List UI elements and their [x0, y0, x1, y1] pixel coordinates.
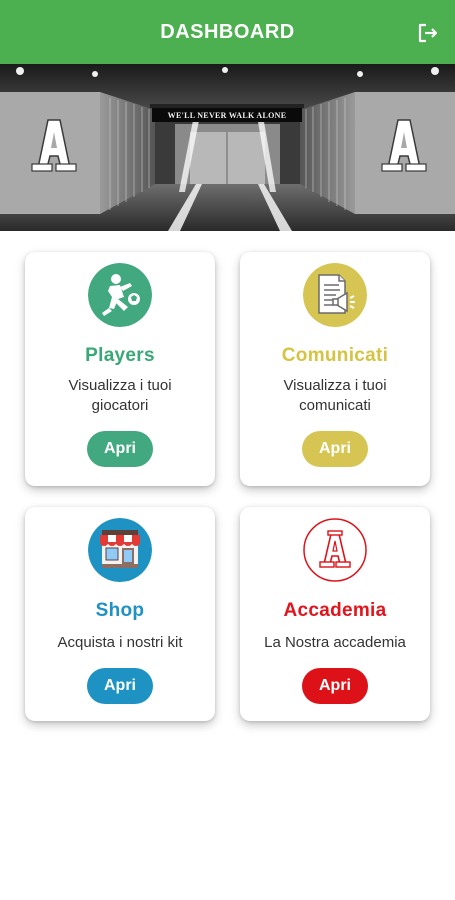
stadium-tunnel-banner: WE'LL NEVER WALK ALONE — [0, 64, 455, 231]
card-description: Visualizza i tuoi giocatori — [68, 377, 172, 414]
card-title: Accademia — [283, 600, 387, 621]
player-kicking-ball-icon — [88, 263, 152, 327]
open-shop-button[interactable]: Apri — [87, 668, 153, 704]
shop-storefront-icon — [88, 518, 152, 582]
card-title: Players — [85, 345, 155, 366]
card-comunicati: Comunicati Visualizza i tuoi comunicati … — [240, 252, 430, 486]
card-accademia: Accademia La Nostra accademia Apri — [240, 507, 430, 721]
page-title: DASHBOARD — [160, 20, 295, 43]
open-players-button[interactable]: Apri — [87, 431, 153, 467]
announcement-document-icon — [303, 263, 367, 327]
card-title: Comunicati — [281, 345, 389, 366]
banner-slogan: WE'LL NEVER WALK ALONE — [152, 108, 302, 122]
open-accademia-button[interactable]: Apri — [302, 668, 368, 704]
card-players: Players Visualizza i tuoi giocatori Apri — [25, 252, 215, 486]
tunnel-illustration — [0, 64, 455, 231]
card-description: Visualizza i tuoi comunicati — [283, 377, 387, 414]
card-description: La Nostra accademia — [264, 634, 406, 651]
logout-button[interactable] — [413, 18, 443, 48]
card-shop: Shop Acquista i nostri kit Apri — [25, 507, 215, 721]
dashboard-grid: Players Visualizza i tuoi giocatori Apri — [25, 252, 431, 722]
academy-logo-icon — [303, 518, 367, 582]
logout-icon — [418, 23, 438, 43]
card-title: Shop — [95, 600, 145, 621]
top-app-bar: DASHBOARD — [0, 0, 455, 64]
app-screen: DASHBOARD WE'LL NEVER WALK ALONE Players… — [0, 0, 455, 900]
card-description: Acquista i nostri kit — [57, 634, 183, 651]
open-comunicati-button[interactable]: Apri — [302, 431, 368, 467]
